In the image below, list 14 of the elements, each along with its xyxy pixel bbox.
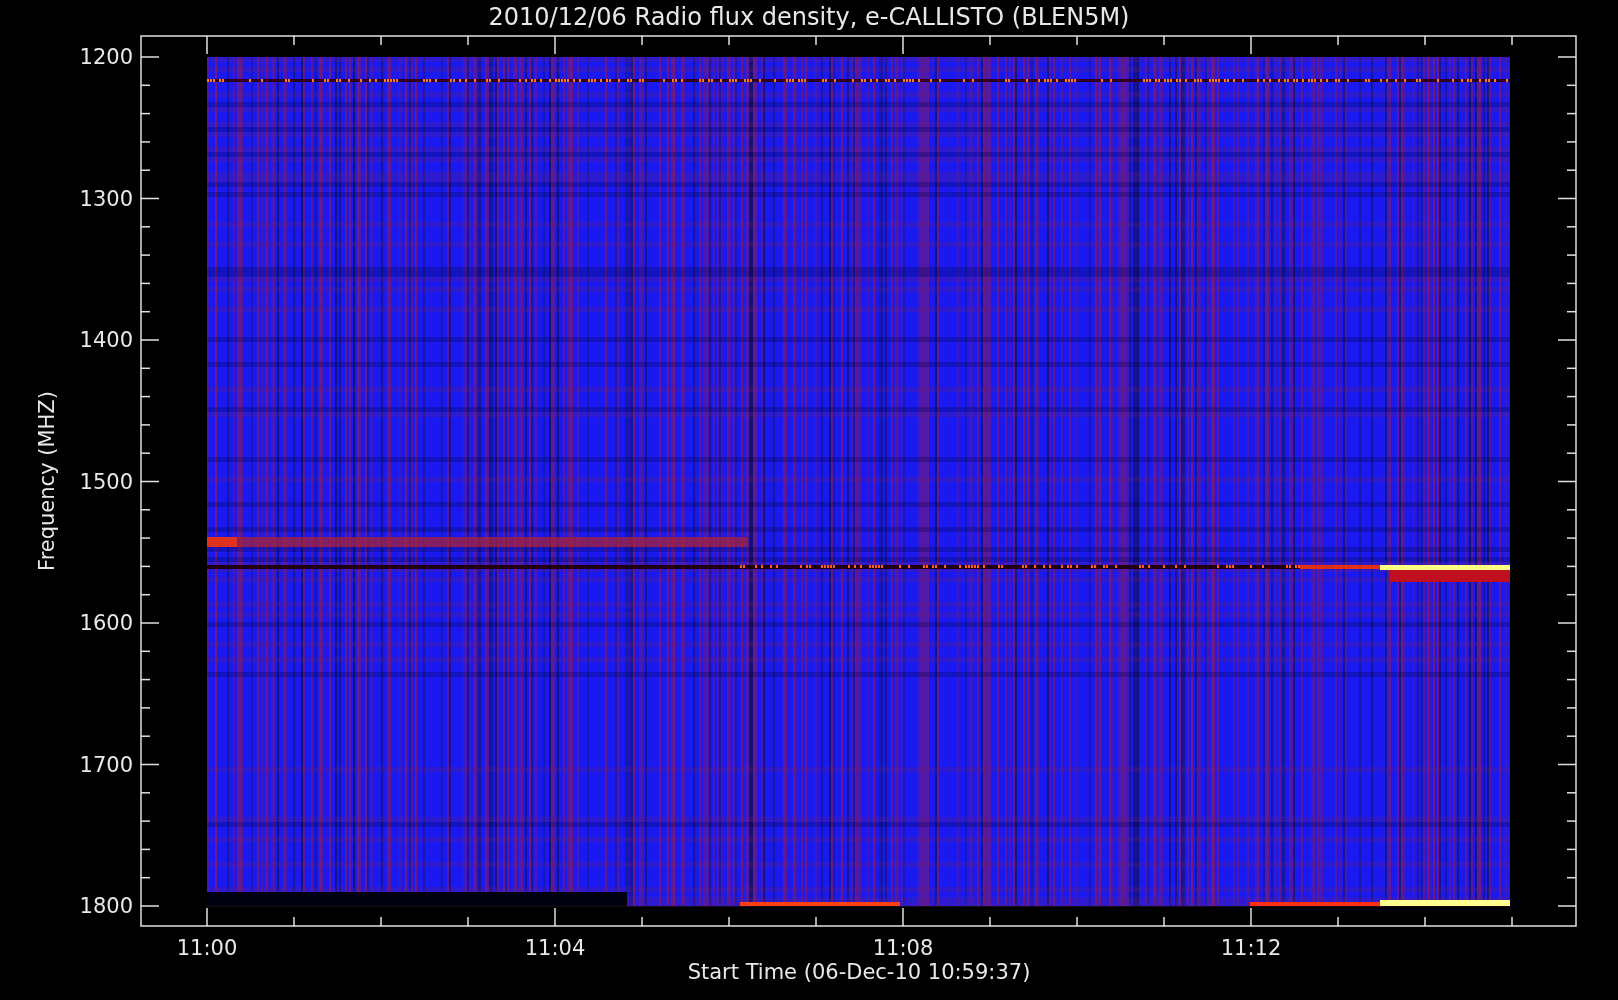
chart-title: 2010/12/06 Radio flux density, e-CALLISTO (BLEN5M) — [488, 3, 1130, 31]
y-tick-label: 1700 — [79, 752, 133, 777]
y-tick-label: 1400 — [79, 328, 133, 352]
x-tick-label: 11:12 — [1220, 936, 1282, 960]
y-axis-label: Frequency (MHZ) — [35, 391, 59, 571]
y-tick-label: 1800 — [79, 894, 133, 918]
x-tick-label: 11:04 — [524, 936, 586, 960]
y-tick-label: 1500 — [79, 469, 133, 494]
y-tick-label: 1200 — [79, 45, 133, 69]
y-tick-label: 1300 — [79, 186, 133, 211]
x-axis-label: Start Time (06-Dec-10 10:59:37) — [687, 960, 1031, 984]
x-tick-label: 11:00 — [176, 936, 238, 960]
y-tick-label: 1600 — [79, 611, 133, 635]
x-tick-label: 11:08 — [872, 936, 934, 960]
